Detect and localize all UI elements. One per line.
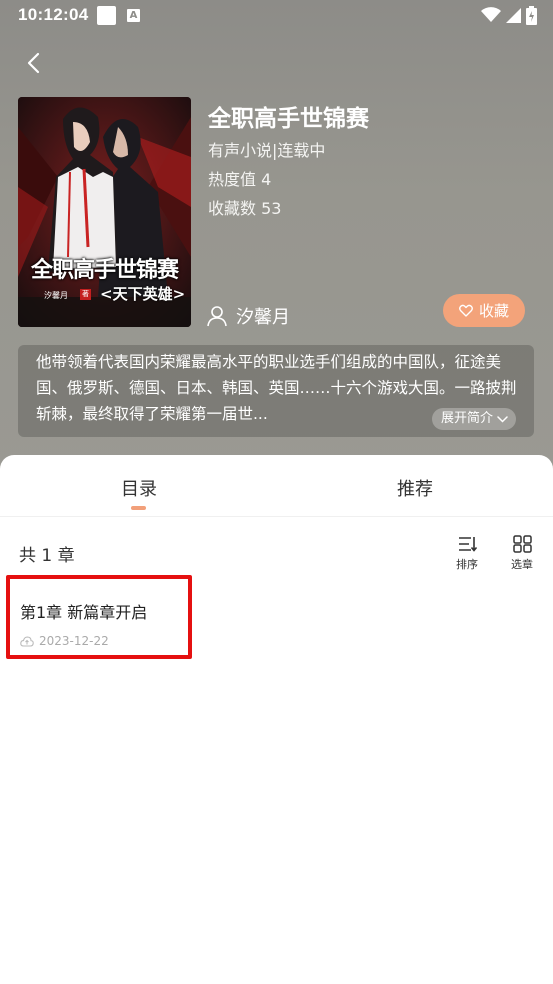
back-arrow-icon	[27, 52, 40, 74]
chapter-title: 第1章 新篇章开启	[20, 603, 148, 622]
book-heat: 热度值 4	[208, 170, 272, 189]
notification-square-icon	[97, 6, 116, 25]
chapter-date: 2023-12-22	[39, 634, 109, 648]
status-bar: 10:12:04 A	[0, 0, 553, 32]
cover-title: 全职高手世锦赛	[30, 257, 179, 283]
chapter-item[interactable]: 第1章 新篇章开启 2023-12-22	[6, 575, 192, 659]
book-type-status: 有声小说|连载中	[208, 141, 326, 160]
author-link[interactable]: 汐馨月	[206, 303, 290, 329]
chapter-date-row: 2023-12-22	[20, 634, 109, 648]
catalog-sheet: 目录 推荐 共 1 章 排序 选章 第1章 新篇章开启 2023-12-22	[0, 455, 553, 984]
favorite-button-label: 收藏	[478, 302, 509, 320]
chevron-down-icon	[497, 415, 508, 423]
select-chapter-label: 选章	[511, 558, 533, 571]
book-intro: 他带领着代表国内荣耀最高水平的职业选手们组成的中国队，征途美国、俄罗斯、德国、日…	[18, 345, 534, 437]
status-icons	[481, 5, 537, 25]
tab-recommend[interactable]: 推荐	[397, 475, 433, 501]
author-name: 汐馨月	[236, 307, 290, 328]
cover-author: 汐馨月	[44, 291, 68, 300]
wifi-icon	[481, 7, 501, 22]
back-button[interactable]	[18, 48, 48, 78]
status-time: 10:12:04	[18, 5, 89, 24]
cloud-upload-icon	[20, 635, 34, 647]
heart-icon	[459, 304, 473, 317]
expand-intro-button[interactable]: 展开简介	[431, 408, 516, 430]
sort-label: 排序	[456, 558, 478, 571]
tab-bar: 目录 推荐	[0, 455, 553, 517]
user-icon	[207, 306, 227, 327]
book-header: 10:12:04 A 全职高手世锦赛 汐馨月 著 <天下英雄> 全职高手世锦赛 …	[0, 0, 553, 480]
grid-icon	[512, 535, 532, 553]
signal-icon	[506, 7, 521, 23]
favorite-button[interactable]: 收藏	[443, 294, 525, 327]
active-tab-indicator	[131, 506, 146, 510]
chapter-count: 共 1 章	[19, 546, 75, 566]
book-favorites-count: 收藏数 53	[208, 199, 282, 218]
sort-button[interactable]: 排序	[447, 535, 487, 572]
tab-catalog[interactable]: 目录	[121, 475, 157, 501]
expand-intro-label: 展开简介	[440, 411, 493, 426]
battery-icon	[526, 5, 537, 25]
book-title: 全职高手世锦赛	[208, 106, 369, 132]
a-notification-icon: A	[127, 9, 140, 22]
cover-seal: 著	[80, 289, 91, 300]
cover-subtitle: <天下英雄>	[100, 285, 186, 303]
book-cover[interactable]: 全职高手世锦赛 汐馨月 著 <天下英雄>	[18, 97, 191, 327]
select-chapter-button[interactable]: 选章	[502, 535, 542, 572]
sort-icon	[459, 537, 477, 552]
